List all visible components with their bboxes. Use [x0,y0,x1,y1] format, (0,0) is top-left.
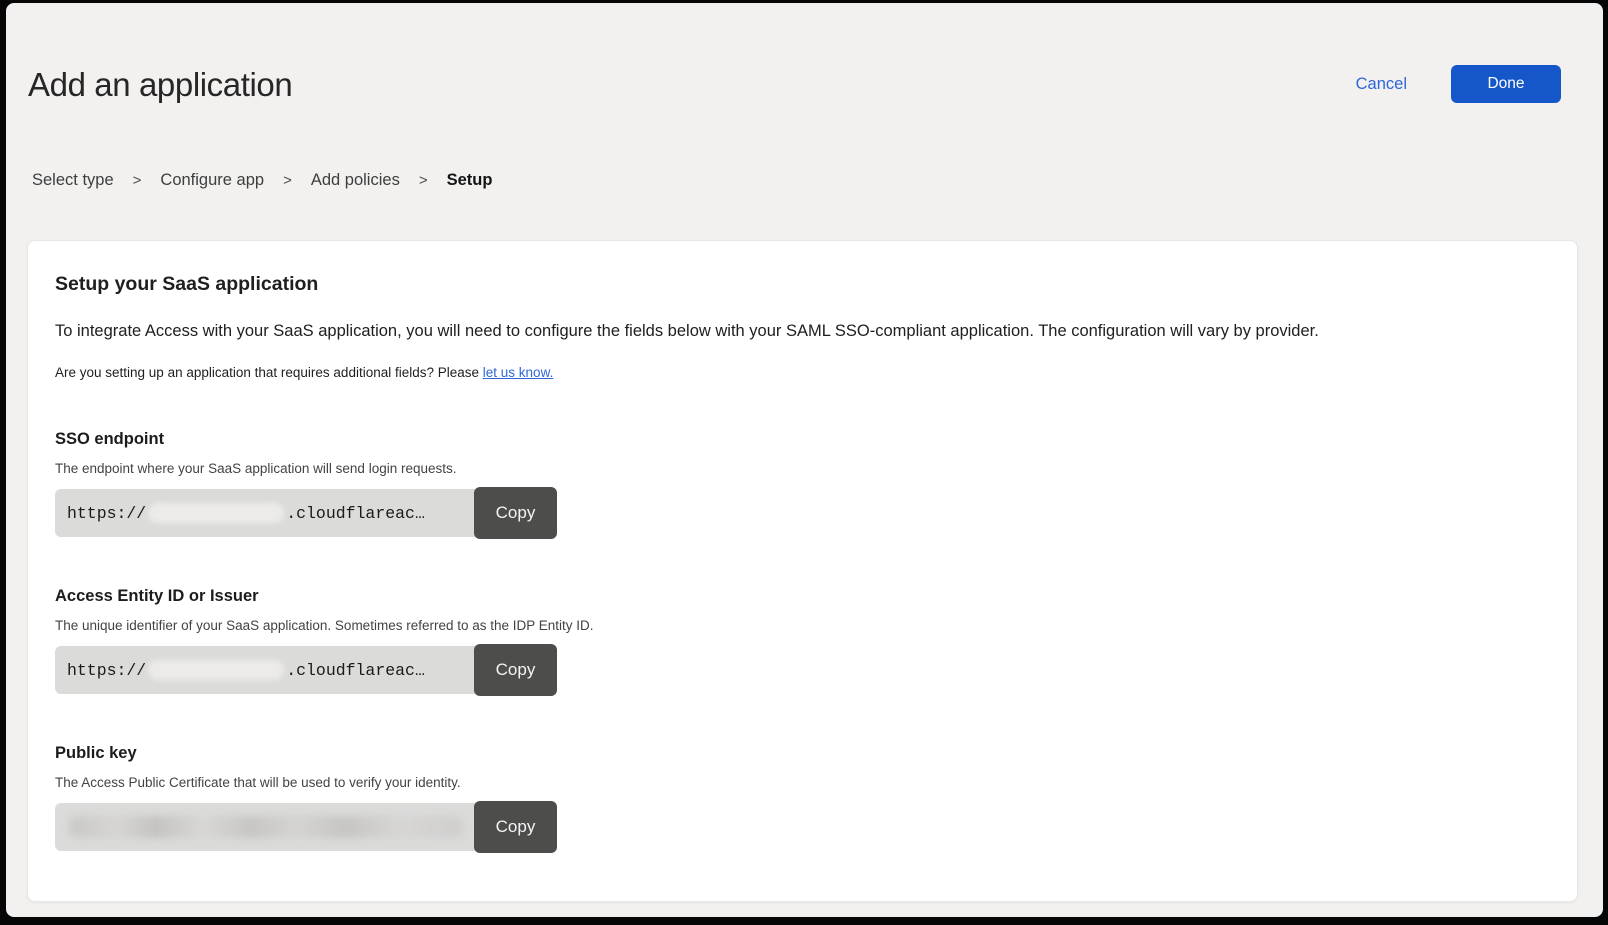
access-entity-id-value: https:// .cloudflareac… [55,646,475,694]
page-title: Add an application [28,61,292,109]
value-suffix: .cloudflareac… [286,661,425,680]
redacted-value-blur [148,503,284,523]
field-group-public-key: Public key The Access Public Certificate… [55,744,1549,853]
redacted-value-blur [69,816,463,838]
breadcrumb-item-add-policies[interactable]: Add policies [311,171,400,190]
screenshot-frame: Add an application Cancel Done Select ty… [0,0,1608,925]
redacted-value-blur [148,660,284,680]
sso-endpoint-value-row: https:// .cloudflareac… Copy [55,487,558,539]
page-header: Add an application Cancel Done [6,3,1603,109]
additional-fields-note: Are you setting up an application that r… [55,365,1549,380]
value-suffix: .cloudflareac… [286,504,425,523]
note-text: Are you setting up an application that r… [55,365,483,380]
page-background: Add an application Cancel Done Select ty… [6,3,1603,917]
card-heading: Setup your SaaS application [55,273,1549,296]
sso-endpoint-copy-button[interactable]: Copy [474,487,557,539]
cancel-button[interactable]: Cancel [1356,75,1407,94]
header-actions: Cancel Done [1356,61,1561,103]
access-entity-id-value-row: https:// .cloudflareac… Copy [55,644,558,696]
public-key-copy-button[interactable]: Copy [474,801,557,853]
public-key-value-row: Copy [55,801,558,853]
access-entity-id-copy-button[interactable]: Copy [474,644,557,696]
value-prefix: https:// [67,661,146,680]
public-key-label: Public key [55,744,1549,763]
public-key-value [55,803,475,851]
field-group-access-entity-id: Access Entity ID or Issuer The unique id… [55,587,1549,696]
let-us-know-link[interactable]: let us know. [483,365,554,380]
done-button[interactable]: Done [1451,65,1561,103]
setup-card: Setup your SaaS application To integrate… [27,240,1578,902]
breadcrumb-separator-icon: > [283,172,292,189]
value-prefix: https:// [67,504,146,523]
sso-endpoint-description: The endpoint where your SaaS application… [55,461,1549,476]
breadcrumb-item-configure-app[interactable]: Configure app [160,171,264,190]
breadcrumb: Select type > Configure app > Add polici… [6,109,1603,190]
access-entity-id-description: The unique identifier of your SaaS appli… [55,618,1549,633]
card-intro-text: To integrate Access with your SaaS appli… [55,321,1549,342]
field-group-sso-endpoint: SSO endpoint The endpoint where your Saa… [55,430,1549,539]
breadcrumb-separator-icon: > [133,172,142,189]
sso-endpoint-value: https:// .cloudflareac… [55,489,475,537]
breadcrumb-item-setup-current: Setup [447,171,493,190]
access-entity-id-label: Access Entity ID or Issuer [55,587,1549,606]
sso-endpoint-label: SSO endpoint [55,430,1549,449]
breadcrumb-item-select-type[interactable]: Select type [32,171,114,190]
breadcrumb-separator-icon: > [419,172,428,189]
public-key-description: The Access Public Certificate that will … [55,775,1549,790]
